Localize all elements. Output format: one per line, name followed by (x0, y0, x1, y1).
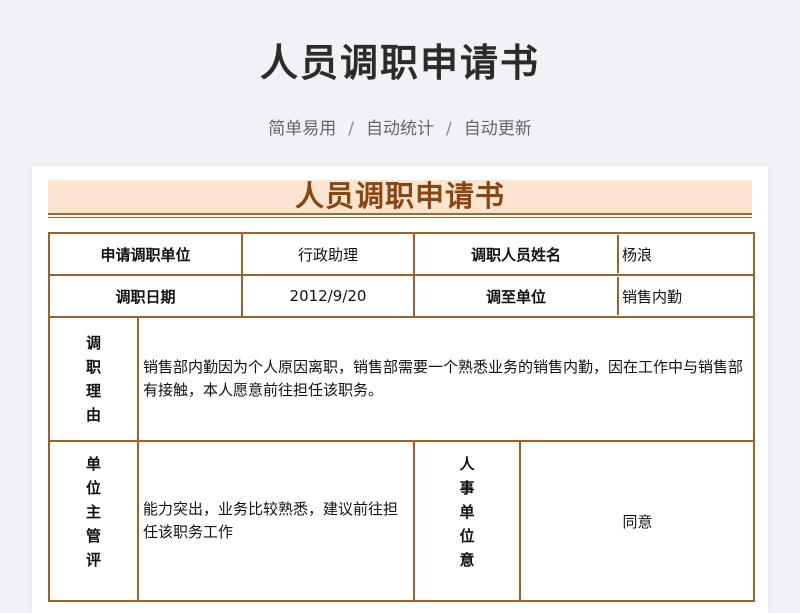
tag-auto-stats: 自动统计 (366, 119, 434, 139)
target-unit-cell[interactable]: 销售内勤 (619, 277, 753, 315)
tag-separator: / (446, 119, 452, 139)
reason-label: 调 职 理 由 (48, 316, 139, 442)
title-divider (48, 213, 752, 215)
spreadsheet-preview: 人员调职申请书 申请调职单位 行政助理 调职人员姓名 杨浪 调职日期 2012/… (32, 166, 768, 613)
person-name-label: 调职人员姓名 (415, 235, 620, 273)
form-row-unit: 申请调职单位 行政助理 调职人员姓名 杨浪 (47, 232, 756, 276)
form-row-opinions: 单 位 主 管 评 能力突出，业务比较熟悉，建议前往担任该职务工作 人 事 单 … (48, 440, 756, 602)
reason-text-cell[interactable]: 销售部内勤因为个人原因离职，销售部需要一个熟悉业务的销售内勤，因在工作中与销售部… (136, 316, 756, 442)
transfer-form-table: 申请调职单位 行政助理 调职人员姓名 杨浪 调职日期 2012/9/20 调至单… (47, 232, 756, 602)
hr-opinion-cell[interactable]: 同意 (522, 443, 753, 599)
apply-unit-cell[interactable]: 行政助理 (241, 232, 416, 276)
page-title: 人员调职申请书 (259, 41, 540, 85)
form-row-reason: 调 职 理 由 销售部内勤因为个人原因离职，销售部需要一个熟悉业务的销售内勤，因… (48, 316, 756, 442)
title-divider-thin (48, 217, 752, 218)
form-row-date: 调职日期 2012/9/20 调至单位 销售内勤 (47, 274, 756, 318)
target-unit-group: 调至单位 销售内勤 (413, 274, 756, 318)
supervisor-opinion-cell[interactable]: 能力突出，业务比较熟悉，建议前往担任该职务工作 (136, 440, 416, 602)
tag-separator: / (348, 119, 354, 139)
apply-unit-label: 申请调职单位 (47, 232, 244, 276)
transfer-date-cell[interactable]: 2012/9/20 (241, 274, 416, 318)
target-unit-label: 调至单位 (415, 277, 620, 315)
transfer-date-label: 调职日期 (47, 274, 244, 318)
supervisor-label: 单 位 主 管 评 (48, 440, 139, 602)
tag-auto-update: 自动更新 (463, 119, 532, 139)
document-title: 人员调职申请书 (48, 180, 752, 213)
person-name-cell[interactable]: 杨浪 (619, 235, 753, 273)
tag-easy: 简单易用 (268, 119, 337, 139)
hr-label: 人 事 单 位 意 (413, 440, 522, 602)
hr-opinion-group: 同意 (519, 440, 756, 602)
person-name-group: 调职人员姓名 杨浪 (413, 232, 756, 276)
feature-tags: 简单易用 / 自动统计 / 自动更新 (0, 114, 800, 139)
